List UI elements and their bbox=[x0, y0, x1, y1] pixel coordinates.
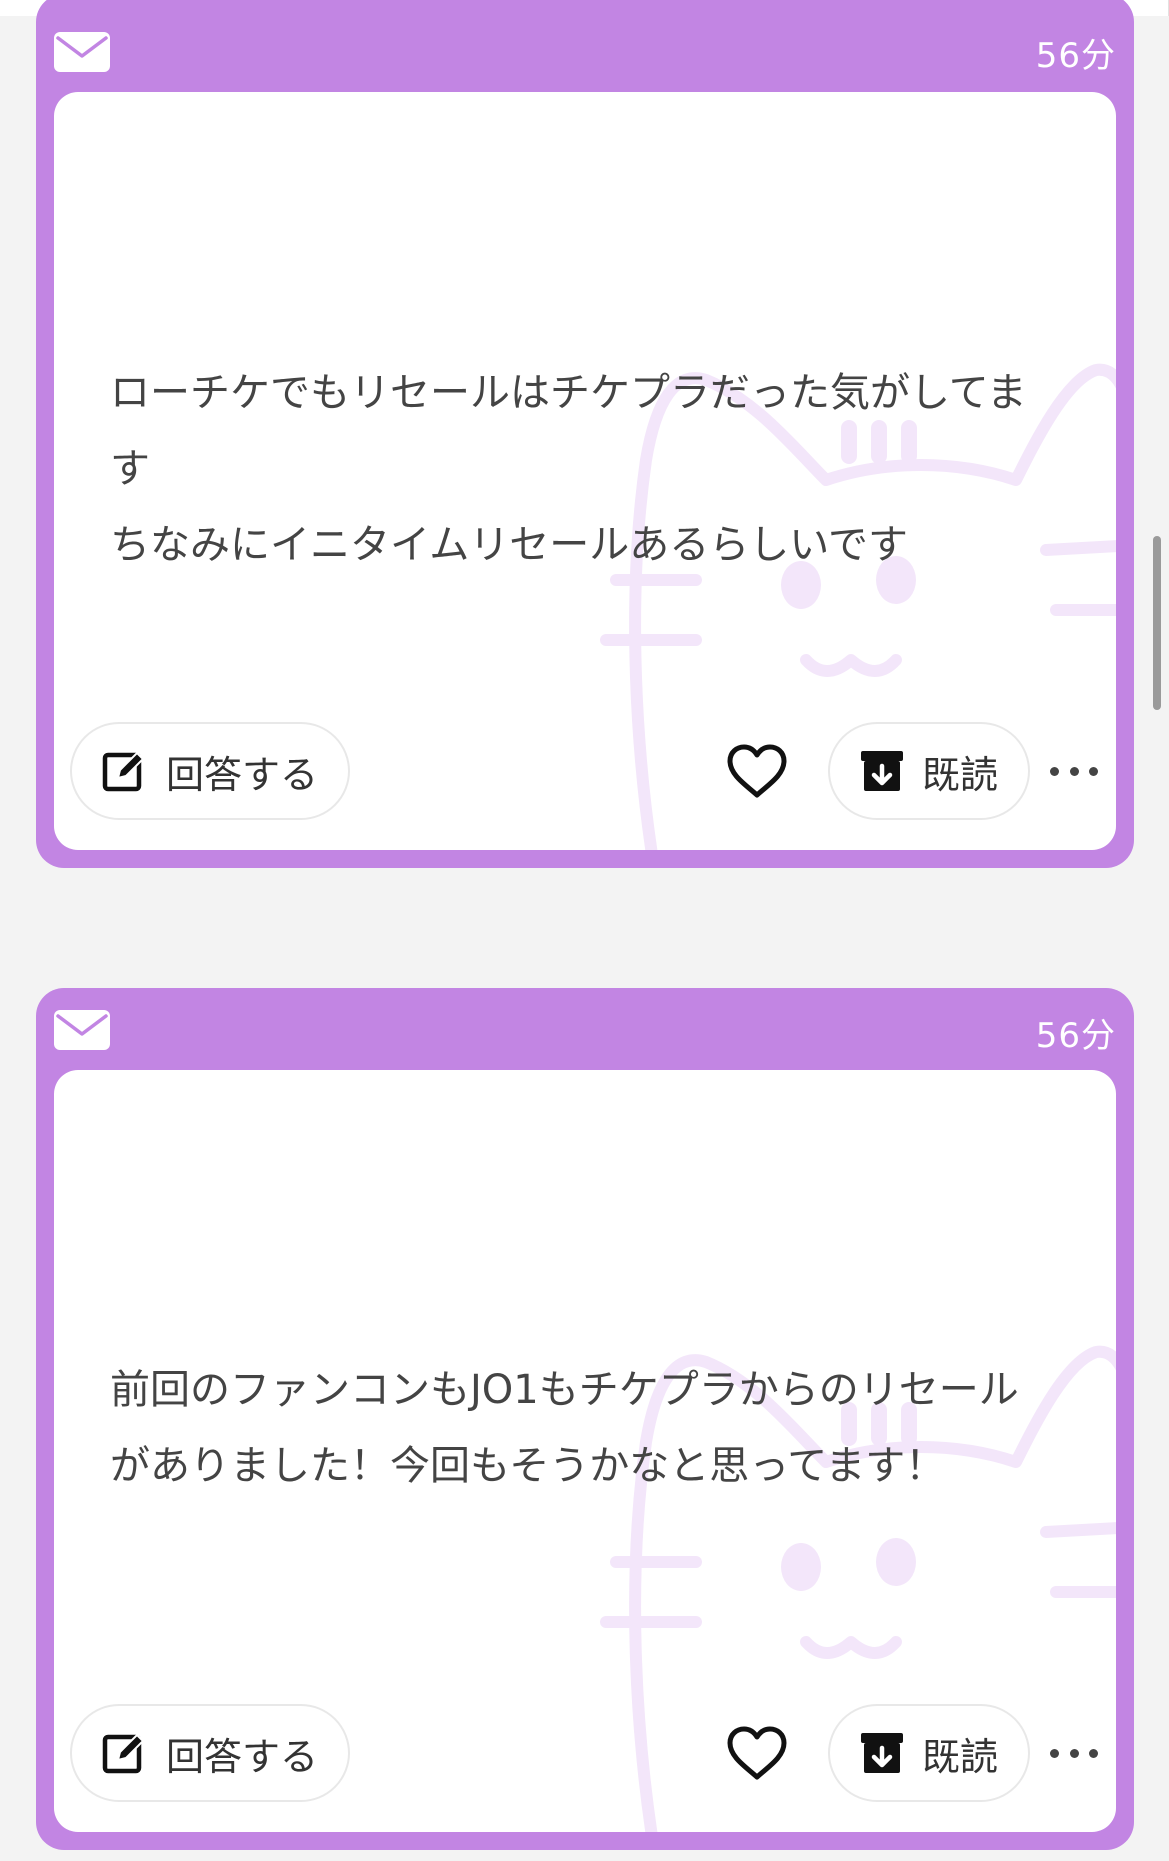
answer-button[interactable]: 回答する bbox=[70, 722, 350, 820]
like-button[interactable] bbox=[724, 1720, 790, 1786]
edit-icon bbox=[102, 751, 145, 792]
message-text: ローチケでもリセールはチケプラだった気がしてます ちなみにイニタイムリセールある… bbox=[110, 370, 1027, 568]
archive-icon bbox=[861, 1733, 903, 1773]
dot bbox=[1050, 1748, 1059, 1758]
edit-icon bbox=[102, 1733, 145, 1774]
timestamp: 56分 bbox=[1035, 36, 1116, 76]
heart-icon bbox=[727, 1726, 787, 1780]
answer-label: 回答する bbox=[166, 1734, 319, 1779]
card-body: ローチケでもリセールはチケプラだった気がしてます ちなみにイニタイムリセールある… bbox=[54, 92, 1116, 850]
read-label: 既読 bbox=[922, 752, 999, 797]
action-bar: 回答する 既読 bbox=[70, 1704, 1106, 1804]
heart-icon bbox=[727, 744, 787, 798]
archive-icon bbox=[861, 751, 903, 791]
mail-icon bbox=[54, 32, 110, 72]
more-icon[interactable] bbox=[1050, 1738, 1098, 1768]
mark-read-button[interactable]: 既読 bbox=[828, 722, 1030, 820]
read-label: 既読 bbox=[922, 1734, 999, 1779]
dot bbox=[1050, 766, 1059, 776]
card-body: 前回のファンコンもJO1もチケプラからのリセールがありました！今回もそうかなと思… bbox=[54, 1070, 1116, 1832]
action-bar: 回答する 既読 bbox=[70, 722, 1106, 822]
dot bbox=[1069, 766, 1079, 776]
message-card: 56分 前回のファンコンもJO1もチケプラからのリセールがありました！今回もそう… bbox=[36, 988, 1134, 1850]
card-header: 56分 bbox=[54, 988, 1116, 1070]
message-card: 56分 ローチケでもリセールはチケプラだった気がしてます ちなみにイニタイムリセ… bbox=[36, 0, 1134, 868]
mail-icon bbox=[54, 1010, 110, 1050]
answer-label: 回答する bbox=[166, 752, 319, 797]
dot bbox=[1069, 1748, 1079, 1758]
answer-button[interactable]: 回答する bbox=[70, 1704, 350, 1802]
dot bbox=[1089, 766, 1098, 776]
mark-read-button[interactable]: 既読 bbox=[828, 1704, 1030, 1802]
more-icon[interactable] bbox=[1050, 756, 1098, 786]
timestamp: 56分 bbox=[1035, 1016, 1116, 1056]
like-button[interactable] bbox=[724, 738, 790, 804]
dot bbox=[1089, 1748, 1098, 1758]
card-header: 56分 bbox=[54, 0, 1116, 92]
message-text: 前回のファンコンもJO1もチケプラからのリセールがありました！今回もそうかなと思… bbox=[110, 1367, 1019, 1489]
scrollbar-thumb[interactable] bbox=[1153, 536, 1161, 710]
